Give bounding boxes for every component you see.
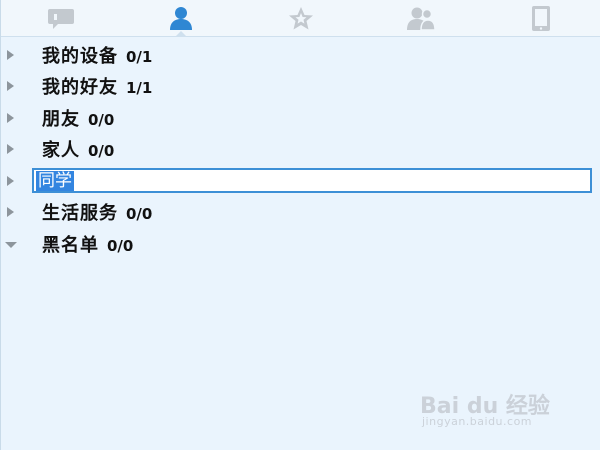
caret-right-icon[interactable]	[7, 49, 14, 60]
watermark-url: jingyan.baidu.com	[422, 415, 533, 428]
group-row-life-services[interactable]: 生活服务 0/0	[1, 197, 600, 229]
baidu-jingyan-watermark: Bai du 经验 jingyan.baidu.com	[420, 388, 570, 432]
group-count: 0/0	[88, 110, 115, 129]
group-row-family[interactable]: 家人 0/0	[1, 134, 600, 166]
group-count: 0/0	[88, 142, 115, 161]
people-icon	[407, 7, 436, 31]
caret-right-icon[interactable]	[7, 207, 14, 218]
group-label: 黑名单 0/0	[42, 231, 133, 257]
group-name: 生活服务	[42, 203, 118, 225]
group-row-classmates-editing[interactable]: 同学	[1, 165, 600, 197]
contacts-panel: 我的设备 0/1 我的好友 1/1 朋友 0/0 家人 0/0 同学 同学 生活…	[0, 0, 600, 450]
group-count: 0/0	[126, 205, 153, 224]
tab-favorites[interactable]	[241, 0, 361, 36]
group-label: 家人 0/0	[42, 136, 114, 162]
group-rename-input[interactable]	[32, 168, 592, 193]
group-name: 朋友	[42, 108, 80, 130]
group-row-my-friends[interactable]: 我的好友 1/1	[1, 71, 600, 103]
group-name: 我的好友	[42, 77, 118, 99]
tab-messages[interactable]	[1, 0, 121, 36]
tab-devices[interactable]	[481, 0, 600, 36]
group-count: 0/0	[107, 236, 134, 255]
caret-right-icon[interactable]	[7, 112, 14, 123]
caret-right-icon[interactable]	[7, 81, 14, 92]
star-icon	[289, 7, 313, 30]
group-row-my-devices[interactable]: 我的设备 0/1	[1, 39, 600, 71]
group-name: 家人	[42, 140, 80, 162]
group-row-friends[interactable]: 朋友 0/0	[1, 102, 600, 134]
person-icon	[170, 7, 192, 30]
group-row-blacklist[interactable]: 黑名单 0/0	[1, 228, 600, 260]
caret-right-icon[interactable]	[7, 175, 14, 186]
group-name: 我的设备	[42, 45, 118, 67]
chat-bubble-icon	[48, 9, 74, 29]
group-label: 我的设备 0/1	[42, 42, 152, 68]
group-label: 生活服务 0/0	[42, 199, 152, 225]
group-list: 我的设备 0/1 我的好友 1/1 朋友 0/0 家人 0/0 同学 同学 生活…	[1, 39, 600, 260]
caret-right-icon[interactable]	[7, 144, 14, 155]
group-label: 朋友 0/0	[42, 105, 114, 131]
tablet-icon	[532, 6, 550, 31]
tab-contacts[interactable]	[121, 0, 241, 37]
group-count: 0/1	[126, 47, 153, 66]
tab-bar	[1, 0, 600, 37]
tab-groups[interactable]	[361, 0, 481, 36]
group-label: 我的好友 1/1	[42, 73, 152, 99]
caret-down-icon[interactable]	[5, 241, 17, 248]
group-count: 1/1	[126, 79, 153, 98]
group-name: 黑名单	[42, 234, 99, 256]
